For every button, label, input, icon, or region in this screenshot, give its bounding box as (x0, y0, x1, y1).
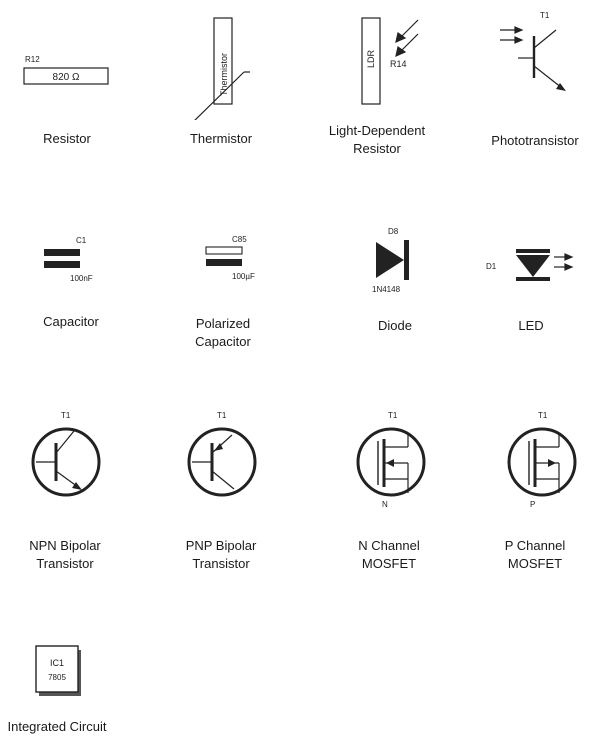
capacitor-ref: C1 (76, 236, 87, 245)
pnp-symbol: T1 (187, 411, 257, 497)
resistor-caption-line1: Resistor (43, 131, 91, 146)
phototransistor-light-arrows (500, 26, 524, 44)
thermistor-cell: Thermistor Thermistor (146, 0, 296, 170)
led-symbol: D1 (486, 249, 574, 281)
nmos-caption-line2: MOSFET (361, 556, 417, 571)
resistor-cell: R12 820 Ω Resistor (0, 30, 150, 170)
resistor-ref: R12 (25, 55, 40, 64)
nmos-symbol: T1 N (356, 411, 426, 509)
ldr-ref: R14 (390, 59, 407, 69)
pmos-caption-line1: P Channel (504, 538, 566, 553)
resistor-value: 820 Ω (53, 72, 80, 83)
ic-value: 7805 (48, 673, 66, 682)
resistor-symbol: R12 820 Ω (23, 55, 109, 85)
phototransistor-symbol: T1 (500, 11, 566, 91)
pnp-cell: T1 PNP Bipolar Transistor (156, 405, 306, 580)
capacitor-caption-line1: Capacitor (43, 314, 99, 329)
polarized-capacitor-symbol: C85 100µF (205, 235, 255, 281)
led-ref: D1 (486, 262, 497, 271)
led-caption-line1: LED (518, 318, 544, 333)
nmos-caption-line1: N Channel (358, 538, 420, 553)
ic-ref: IC1 (50, 658, 64, 668)
diode-symbol: D8 1N4148 (372, 227, 409, 294)
npn-caption-line2: Transistor (36, 556, 94, 571)
led-light-arrows (554, 253, 574, 271)
pnp-ref: T1 (217, 411, 227, 420)
ldr-cell: LDR R14 Light-Dependent Resistor (310, 0, 460, 175)
capacitor-symbol: C1 100nF (44, 236, 93, 283)
ldr-text: LDR (366, 49, 376, 68)
diode-caption-line1: Diode (378, 318, 412, 333)
thermistor-caption-line1: Thermistor (189, 131, 253, 146)
ic-caption-line1: Integrated Circuit (7, 719, 107, 734)
polarized-capacitor-caption-line1: Polarized (195, 316, 251, 331)
npn-caption-line1: NPN Bipolar (29, 538, 101, 553)
ldr-caption-line1: Light-Dependent (328, 123, 426, 138)
polarized-capacitor-caption-line2: Capacitor (195, 334, 251, 349)
pmos-caption-line2: MOSFET (507, 556, 563, 571)
polarized-capacitor-cell: C85 100µF Polarized Capacitor (150, 225, 300, 360)
npn-cell: T1 NPN Bipolar Transistor (0, 405, 150, 580)
led-cell: D1 LED (468, 235, 604, 360)
nmos-cell: T1 N N Channel MOSFET (318, 405, 468, 580)
thermistor-symbol: Thermistor (194, 17, 250, 120)
diode-ref: D8 (388, 227, 399, 236)
diode-cell: D8 1N4148 Diode (320, 222, 470, 357)
pmos-ref: T1 (538, 411, 548, 420)
pmos-cell: T1 P P Channel MOSFET (470, 405, 604, 580)
ic-symbol: IC1 7805 (35, 645, 81, 696)
ic-cell: IC1 7805 Integrated Circuit (0, 640, 150, 750)
polarized-capacitor-value: 100µF (232, 272, 255, 281)
phototransistor-caption-line1: Phototransistor (491, 133, 579, 148)
phototransistor-cell: T1 Phototransistor (470, 0, 604, 175)
pnp-caption-line2: Transistor (192, 556, 250, 571)
phototransistor-ref: T1 (540, 11, 550, 20)
ldr-symbol: LDR R14 (361, 17, 419, 105)
npn-ref: T1 (61, 411, 71, 420)
capacitor-cell: C1 100nF Capacitor (0, 225, 150, 355)
thermistor-text: Thermistor (219, 53, 229, 96)
npn-symbol: T1 (31, 411, 101, 497)
nmos-ref: T1 (388, 411, 398, 420)
polarized-capacitor-ref: C85 (232, 235, 247, 244)
pmos-pin-label: P (530, 500, 535, 509)
pmos-symbol: T1 P (507, 411, 577, 509)
pnp-caption-line1: PNP Bipolar (185, 538, 257, 553)
ldr-caption-line2: Resistor (353, 141, 401, 156)
nmos-pin-label: N (382, 500, 388, 509)
ldr-light-arrows (395, 19, 419, 58)
diode-value: 1N4148 (372, 285, 401, 294)
capacitor-value: 100nF (70, 274, 93, 283)
